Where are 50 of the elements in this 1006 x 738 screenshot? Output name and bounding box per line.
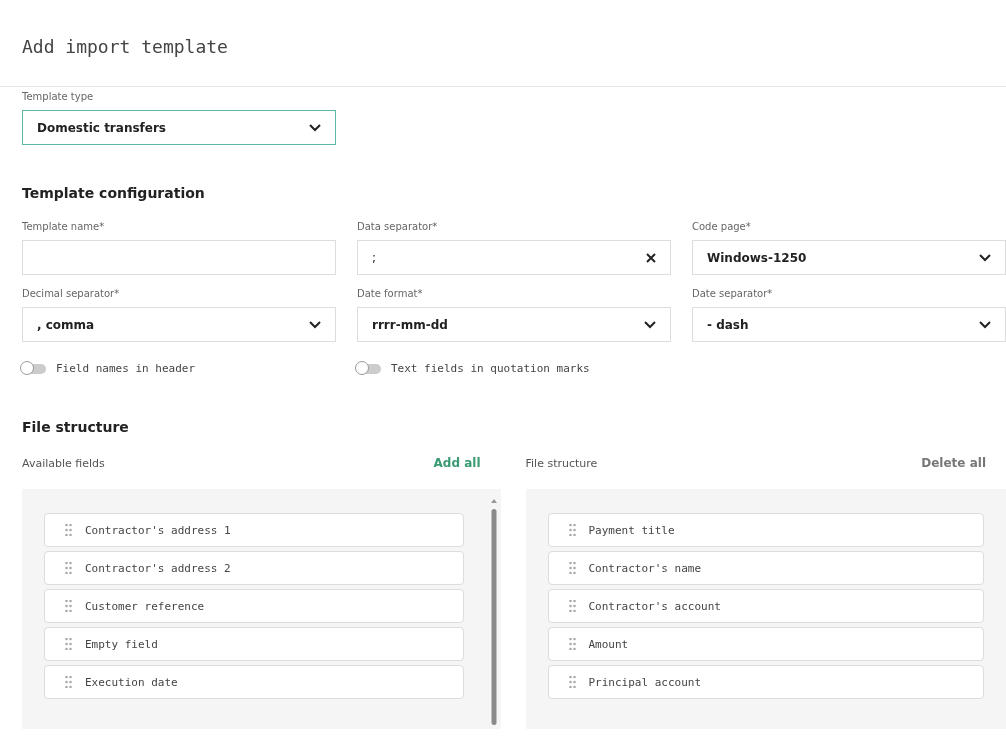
section-heading: Template configuration [22,185,206,201]
drag-handle-icon[interactable] [65,638,72,650]
field-label: Data separator* [357,221,439,234]
draggable-list-item[interactable]: Customer reference [44,589,464,623]
draggable-list-item[interactable]: Amount [547,627,984,661]
chevron-down-icon [309,123,321,132]
select-field[interactable]: , comma [22,307,336,342]
drag-handle-icon[interactable] [568,562,576,574]
page-title: Add import template [22,36,228,58]
draggable-list-item[interactable]: Contractor's account [547,589,984,623]
draggable-list-item[interactable]: Contractor's address 1 [44,513,464,547]
clear-icon[interactable] [646,252,656,263]
drag-handle-icon[interactable] [65,524,72,536]
drag-handle-icon[interactable] [568,638,576,650]
template-type-select[interactable]: Domestic transfers [22,110,336,145]
drag-handle-icon[interactable] [65,600,72,612]
select-field[interactable]: rrrr-mm-dd [357,307,671,342]
drag-handle-icon[interactable] [568,676,576,688]
drag-handle-icon[interactable] [568,524,576,536]
draggable-list-item[interactable]: Payment title [547,513,984,547]
chevron-down-icon [644,320,656,329]
field-label: Template type [22,91,95,104]
select-field[interactable]: - dash [692,307,1006,342]
list-label: File structure [525,456,598,470]
toggle-label: Field names in header [56,362,196,375]
draggable-list-item[interactable]: Contractor's address 2 [44,551,464,585]
field-label: Template name* [22,221,106,234]
draggable-list-item[interactable]: Contractor's name [547,551,984,585]
drag-handle-icon[interactable] [65,562,72,574]
select-field[interactable]: Windows-1250 [692,240,1006,275]
toggle-switch[interactable] [22,363,46,374]
chevron-down-icon [979,320,991,329]
input-field[interactable]: ; [357,240,671,275]
field-label: Date separator* [692,288,774,301]
list-label: Available fields [22,456,105,470]
toggle-label: Text fields in quotation marks [391,362,590,375]
field-label: Code page* [692,221,752,234]
field-label: Date format* [357,288,424,301]
drag-handle-icon[interactable] [568,600,576,612]
draggable-list-item[interactable]: Principal account [547,665,984,699]
draggable-list-item[interactable]: Execution date [44,665,464,699]
chevron-down-icon [979,253,991,262]
toggle-switch[interactable] [357,363,381,374]
drag-handle-icon[interactable] [65,676,72,688]
chevron-down-icon [309,320,321,329]
section-heading: File structure [22,419,130,435]
delete-all-link[interactable]: Delete all [921,456,986,470]
field-label: Decimal separator* [22,288,121,301]
input-field[interactable] [22,240,336,275]
draggable-list-item[interactable]: Empty field [44,627,464,661]
